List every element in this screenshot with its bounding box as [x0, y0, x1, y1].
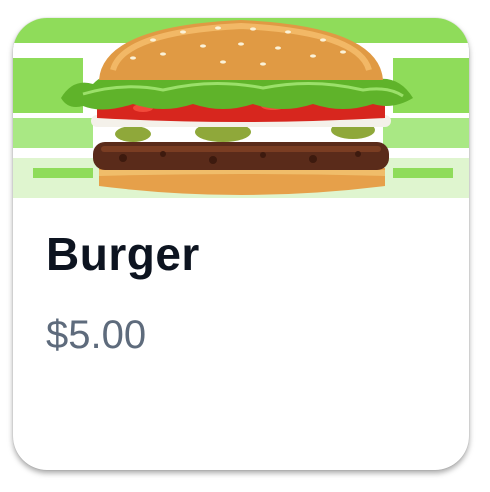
product-card[interactable]: Burger $5.00: [13, 18, 469, 470]
burger-image: [13, 18, 469, 198]
product-price: $5.00: [46, 313, 147, 357]
product-name: Burger: [46, 228, 200, 280]
